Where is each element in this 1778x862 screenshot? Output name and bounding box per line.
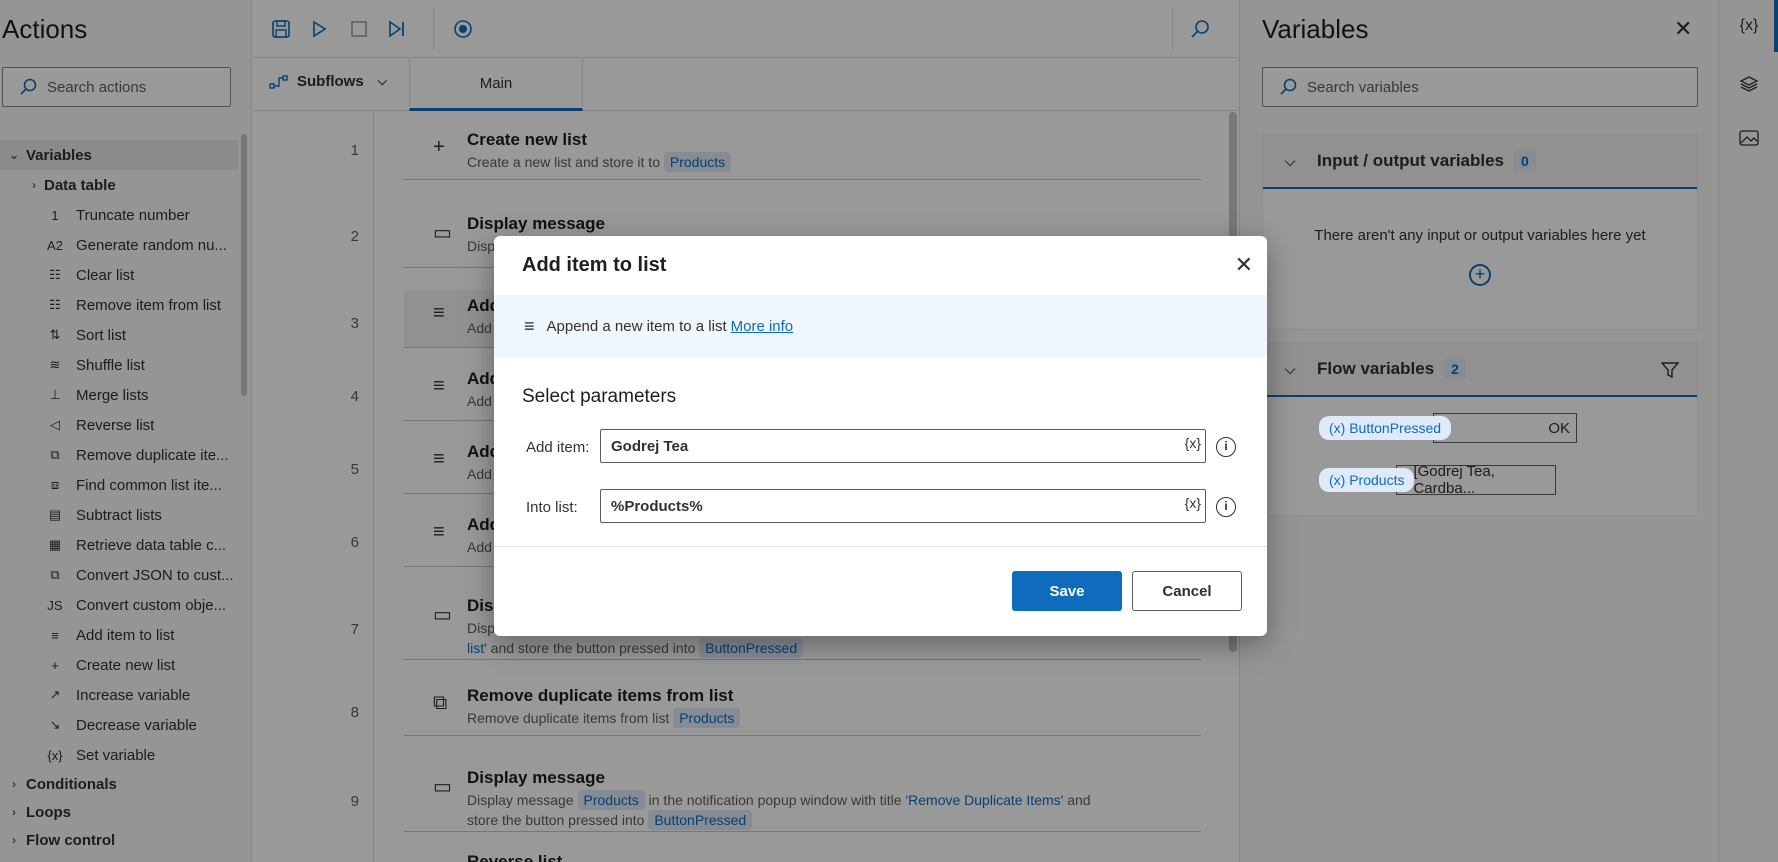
add-item-dialog: Add item to list ✕ ≡ Append a new item t… — [494, 236, 1267, 636]
info-icon[interactable]: i — [1216, 497, 1236, 517]
app-window: Actions Search actions ⌄ Variables › Data t… — [0, 0, 1778, 862]
variable-picker-icon[interactable]: {x} — [1185, 435, 1201, 451]
info-text: Append a new item to a list — [546, 317, 727, 335]
dialog-footer-divider — [494, 546, 1267, 547]
into-list-input[interactable]: %Products% {x} — [600, 489, 1206, 523]
variable-chip: (x) Products — [1319, 468, 1415, 492]
dialog-info-bar: ≡ Append a new item to a list More info — [494, 295, 1267, 357]
variable-name: ButtonPressed — [1349, 420, 1442, 436]
into-list-value: %Products% — [611, 497, 703, 515]
close-icon[interactable]: ✕ — [1235, 252, 1253, 278]
save-button[interactable]: Save — [1012, 571, 1122, 611]
variable-name: Products — [1349, 472, 1405, 488]
add-item-input[interactable]: Godrej Tea {x} — [600, 429, 1206, 463]
cancel-button[interactable]: Cancel — [1132, 571, 1242, 611]
variable-picker-icon[interactable]: {x} — [1185, 495, 1201, 511]
add-item-list-icon: ≡ — [524, 315, 535, 336]
dialog-title: Add item to list — [522, 254, 667, 276]
select-parameters-heading: Select parameters — [522, 386, 677, 407]
info-icon[interactable]: i — [1216, 437, 1236, 457]
add-item-label: Add item: — [526, 439, 590, 456]
more-info-link[interactable]: More info — [731, 318, 794, 335]
into-list-label: Into list: — [526, 499, 578, 516]
add-item-value: Godrej Tea — [611, 437, 689, 455]
variable-chip: (x) ButtonPressed — [1319, 416, 1452, 440]
